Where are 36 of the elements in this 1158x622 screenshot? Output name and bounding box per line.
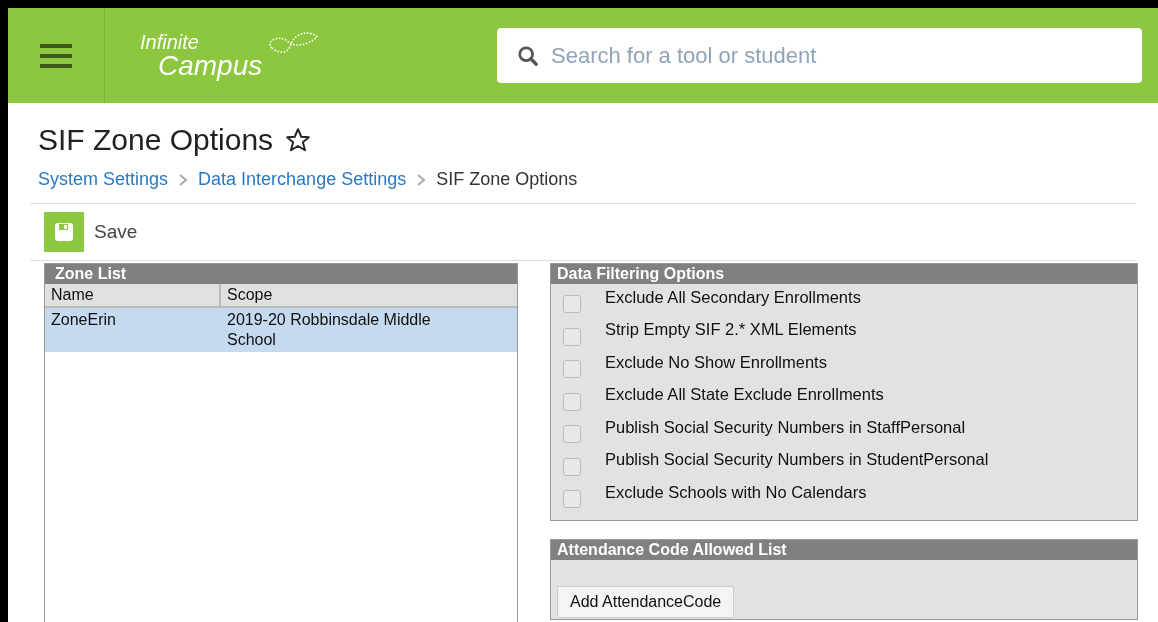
option-label: Strip Empty SIF 2.* XML Elements xyxy=(605,319,857,341)
checkbox[interactable] xyxy=(563,490,581,509)
panel-title: Zone List xyxy=(45,264,517,284)
panel-title: Data Filtering Options xyxy=(551,264,1137,284)
star-icon[interactable] xyxy=(285,126,312,153)
checkbox[interactable] xyxy=(563,295,581,314)
table-row[interactable]: ZoneErin 2019-20 Robbinsdale Middle School xyxy=(45,308,517,352)
checkbox[interactable] xyxy=(563,425,581,444)
logo-text: Campus xyxy=(158,51,263,80)
option-label: Publish Social Security Numbers in StudentPersonal xyxy=(605,449,989,471)
checkbox[interactable] xyxy=(563,392,581,411)
table-cell-text: 2019-20 Robbinsdale Middle School xyxy=(226,310,432,350)
option-label: Exclude All State Exclude Enrollments xyxy=(605,384,884,406)
breadcrumb-link[interactable]: System Settings xyxy=(38,166,169,193)
option-label: Exclude All Secondary Enrollments xyxy=(605,286,861,308)
panel-title: Attendance Code Allowed List xyxy=(551,539,1137,560)
checkbox[interactable] xyxy=(563,360,581,379)
column-header[interactable]: Scope xyxy=(221,284,517,306)
option-label: Exclude No Show Enrollments xyxy=(605,351,827,373)
chevron-icon xyxy=(178,172,189,187)
breadcrumb-current: SIF Zone Options xyxy=(436,168,578,191)
checkbox[interactable] xyxy=(563,327,581,346)
save-button[interactable]: Save xyxy=(44,212,138,252)
page-title: SIF Zone Options xyxy=(38,122,274,158)
search-field[interactable]: Search for a tool or student xyxy=(497,28,1142,83)
option-label: Exclude Schools with No Calendars xyxy=(605,481,867,503)
option-label: Publish Social Security Numbers in StaffPersonal xyxy=(605,416,966,438)
chevron-icon xyxy=(416,172,427,187)
table-cell-text: ZoneErin xyxy=(50,310,117,330)
logo-text: Infinite xyxy=(140,31,200,52)
add-attendance-code-button[interactable]: Add AttendanceCode xyxy=(557,585,735,618)
checkbox[interactable] xyxy=(563,457,581,476)
column-header[interactable]: Name xyxy=(45,284,221,306)
menu-icon[interactable] xyxy=(40,41,72,70)
search-icon xyxy=(517,45,539,67)
breadcrumb-link[interactable]: Data Interchange Settings xyxy=(198,166,407,193)
